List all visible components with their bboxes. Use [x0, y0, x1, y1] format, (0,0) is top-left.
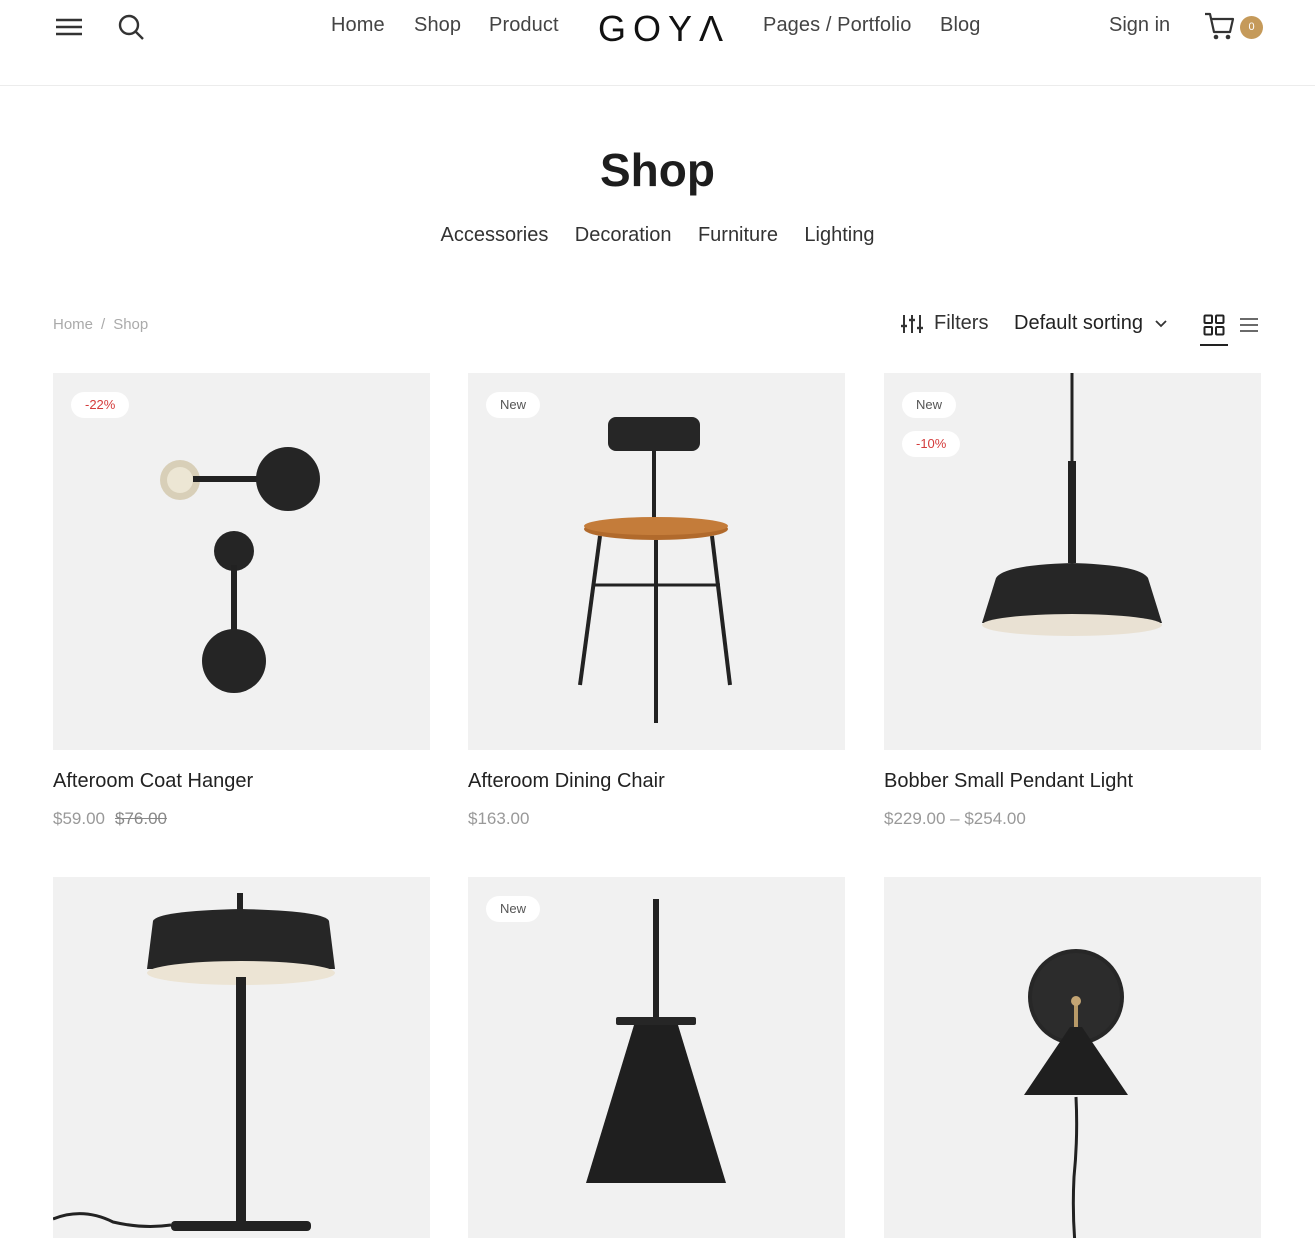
table-lamp-image	[53, 893, 335, 1231]
new-badge: New	[486, 392, 541, 418]
sign-in-link[interactable]: Sign in	[1109, 14, 1170, 37]
sort-label: Default sorting	[1014, 312, 1143, 334]
product-card[interactable]: -22% Afteroom Coat Hanger $59.00 $76.00	[53, 373, 430, 829]
breadcrumb-home[interactable]: Home	[53, 316, 93, 333]
search-icon[interactable]	[116, 12, 146, 42]
product-price: $59.00 $76.00	[53, 809, 430, 829]
dining-chair-image	[578, 417, 732, 723]
product-image[interactable]	[53, 877, 430, 1238]
breadcrumb-current: Shop	[113, 316, 149, 333]
product-image[interactable]: New	[468, 373, 845, 750]
page-title: Shop	[600, 144, 715, 196]
product-card[interactable]: New -10% Bobber Small Pendant Light $229…	[884, 373, 1261, 829]
product-card[interactable]: New	[468, 877, 845, 1238]
breadcrumb: Home / Shop	[53, 316, 148, 333]
active-view-indicator	[1200, 344, 1228, 346]
grid-view-icon[interactable]	[1203, 314, 1225, 336]
product-name[interactable]: Afteroom Coat Hanger	[53, 770, 430, 793]
category-nav: Accessories Decoration Furniture Lightin…	[0, 224, 1315, 247]
site-header: Home Shop Product GOYΛ Pages / Portfolio…	[0, 0, 1315, 86]
nav-home[interactable]: Home	[331, 14, 385, 37]
filters-button[interactable]: Filters	[900, 312, 988, 335]
product-price: $229.00 – $254.00	[884, 809, 1261, 829]
product-name[interactable]: Bobber Small Pendant Light	[884, 770, 1261, 793]
sort-dropdown[interactable]: Default sorting	[1014, 312, 1167, 335]
pendant-light-image	[982, 373, 1162, 636]
cart-icon[interactable]	[1203, 10, 1237, 42]
discount-badge: -22%	[71, 392, 130, 418]
nav-blog[interactable]: Blog	[940, 14, 980, 37]
filter-sliders-icon	[901, 314, 923, 333]
sale-price: $59.00	[53, 809, 105, 828]
cart-count-badge: 0	[1240, 16, 1263, 39]
cone-pendant-image	[586, 899, 726, 1183]
product-name[interactable]: Afteroom Dining Chair	[468, 770, 845, 793]
wall-sconce-image	[1024, 949, 1128, 1238]
product-price: $163.00	[468, 809, 845, 829]
site-logo[interactable]: GOYΛ	[598, 8, 730, 50]
product-image[interactable]: -22%	[53, 373, 430, 750]
list-view-icon[interactable]	[1238, 314, 1260, 336]
coat-hanger-image	[160, 447, 320, 693]
filters-label: Filters	[934, 312, 989, 334]
new-badge: New	[902, 392, 957, 418]
category-accessories[interactable]: Accessories	[441, 224, 549, 247]
nav-shop[interactable]: Shop	[414, 14, 461, 37]
product-card[interactable]	[53, 877, 430, 1238]
chevron-down-icon	[1155, 319, 1167, 327]
sale-price: $163.00	[468, 809, 530, 828]
category-furniture[interactable]: Furniture	[698, 224, 778, 247]
category-decoration[interactable]: Decoration	[575, 224, 672, 247]
original-price: $76.00	[115, 809, 167, 828]
nav-product[interactable]: Product	[489, 14, 559, 37]
product-card[interactable]	[884, 877, 1261, 1238]
discount-badge: -10%	[902, 431, 961, 457]
product-image[interactable]: New -10%	[884, 373, 1261, 750]
price-range: $229.00 – $254.00	[884, 809, 1026, 828]
nav-pages-portfolio[interactable]: Pages / Portfolio	[763, 14, 911, 37]
hamburger-menu-icon[interactable]	[54, 12, 84, 42]
breadcrumb-separator: /	[101, 316, 106, 333]
product-card[interactable]: New Afteroom Dining Chair $163.00	[468, 373, 845, 829]
new-badge: New	[486, 896, 541, 922]
product-image[interactable]	[884, 877, 1261, 1238]
product-image[interactable]: New	[468, 877, 845, 1238]
category-lighting[interactable]: Lighting	[804, 224, 874, 247]
